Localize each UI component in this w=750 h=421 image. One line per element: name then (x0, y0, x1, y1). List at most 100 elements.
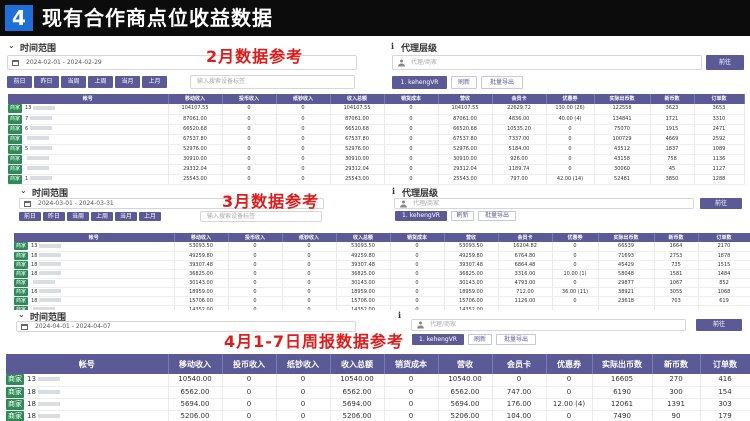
column-header[interactable]: 优惠券 (552, 233, 599, 242)
account-cell[interactable]: 商家 13 (8, 104, 169, 115)
account-cell[interactable]: 商家 1 (8, 174, 169, 185)
chevron-down-icon[interactable]: ⌄ (18, 310, 25, 319)
column-header[interactable]: 投币收入 (228, 233, 283, 242)
column-header[interactable]: 移动收入 (168, 354, 223, 374)
agent-select-button[interactable]: 1. kehengVR (392, 76, 447, 89)
account-cell[interactable]: 商家 18 (6, 386, 169, 399)
go-button[interactable]: 前往 (696, 319, 742, 331)
account-cell[interactable]: 商家 (8, 134, 169, 145)
column-header[interactable]: 会员卡 (498, 233, 553, 242)
account-cell[interactable]: 商家 5 (8, 144, 169, 155)
column-header[interactable]: 销货成本 (384, 354, 439, 374)
column-header[interactable]: 营收 (444, 233, 499, 242)
column-header[interactable]: 会员卡 (492, 94, 547, 104)
account-cell[interactable]: 商家 (8, 164, 169, 175)
range-btn-last-month[interactable]: 上月 (139, 212, 161, 221)
column-header[interactable]: 订单数 (694, 94, 745, 104)
column-header[interactable]: 订单数 (698, 233, 750, 242)
account-cell[interactable]: 商家 (14, 278, 175, 288)
agent-input[interactable]: 代理/商家 (392, 55, 702, 70)
account-cell[interactable]: 商家 (8, 154, 169, 165)
agent-select-button[interactable]: 1. kehengVR (412, 334, 464, 345)
column-header[interactable]: 纸钞收入 (276, 354, 331, 374)
date-range-input[interactable]: 2024-02-01 - 2024-02-29 (7, 55, 357, 70)
agent-select-button[interactable]: 1. kehengVR (395, 211, 447, 221)
range-btn-this-month[interactable]: 当月 (115, 212, 137, 221)
agent-input[interactable]: 代理/商家 (394, 198, 694, 209)
column-header[interactable]: 移动收入 (174, 233, 229, 242)
column-header[interactable]: 收入总额 (330, 354, 385, 374)
table-row[interactable]: 商家 18 6562.00 0 0 6562.00 0 6562.00 747.00 0 6190 3… (6, 386, 750, 399)
column-header[interactable]: 订单数 (700, 354, 750, 374)
range-btn-this-week[interactable]: 当周 (67, 212, 89, 221)
range-btn-before-yesterday[interactable]: 前日 (19, 212, 41, 221)
range-btn-last-week[interactable]: 上周 (91, 212, 113, 221)
account-cell[interactable]: 商家 13 (14, 242, 175, 252)
column-header[interactable]: 投币收入 (222, 94, 277, 104)
table-row[interactable]: 商家 5 52976.00 0 0 52976.00 0 52976.00 5184.00 0 43… (8, 144, 745, 155)
range-btn-yesterday[interactable]: 昨日 (43, 212, 65, 221)
refresh-button[interactable]: 刷新 (451, 211, 474, 221)
range-btn-this-month[interactable]: 当月 (115, 76, 140, 88)
column-header[interactable]: 新币数 (654, 233, 699, 242)
table-row[interactable]: 商家 30143.00 0 0 30143.00 0 30143.00 4793.00 0 298… (14, 278, 750, 288)
column-header[interactable]: 移动收入 (168, 94, 223, 104)
column-header[interactable]: 新币数 (650, 94, 695, 104)
range-btn-last-month[interactable]: 上月 (142, 76, 167, 88)
table-row[interactable]: 商家 18 5206.00 0 0 5206.00 0 5206.00 104.00 0 7490 9… (6, 410, 750, 421)
column-header[interactable]: 收入总额 (330, 94, 385, 104)
table-row[interactable]: 商家 18 36825.00 0 0 36825.00 0 36825.00 3316.00 10… (14, 269, 750, 279)
table-row[interactable]: 商家 18 39307.48 0 0 39307.48 0 39307.48 6864.48 0 4… (14, 260, 750, 270)
column-header[interactable]: 帐号 (6, 354, 169, 374)
account-cell[interactable]: 商家 18 (6, 398, 169, 411)
column-header[interactable]: 实际出币数 (592, 354, 653, 374)
table-row[interactable]: 商家 67537.80 0 0 67537.80 0 67537.80 7337.00 0 100… (8, 134, 745, 145)
account-cell[interactable]: 商家 7 (8, 114, 169, 125)
column-header[interactable]: 优惠券 (546, 94, 595, 104)
account-cell[interactable]: 商家 13 (6, 374, 169, 387)
column-header[interactable]: 投币收入 (222, 354, 277, 374)
column-header[interactable]: 纸钞收入 (282, 233, 337, 242)
column-header[interactable]: 营收 (438, 94, 493, 104)
table-row[interactable]: 商家 18 5694.00 0 0 5694.00 0 5694.00 176.00 12.00 … (6, 398, 750, 411)
column-header[interactable]: 实际出币数 (594, 94, 651, 104)
column-header[interactable]: 帐号 (14, 233, 175, 242)
table-row[interactable]: 商家 13 104107.55 0 0 104107.55 0 104107.55 22629.… (8, 104, 745, 115)
column-header[interactable]: 销货成本 (390, 233, 445, 242)
table-row[interactable]: 商家 7 87061.00 0 0 87061.00 0 87061.00 4836.00 40.… (8, 114, 745, 125)
account-cell[interactable]: 商家 6 (8, 124, 169, 135)
account-cell[interactable]: 商家 18 (6, 410, 169, 421)
range-btn-before-yesterday[interactable]: 前日 (7, 76, 32, 88)
account-cell[interactable]: 商家 18 (14, 296, 175, 306)
table-row[interactable]: 商家 18 18959.00 0 0 18959.00 0 18959.00 712.00 36.… (14, 287, 750, 297)
table-row[interactable]: 商家 1 25543.00 0 0 25543.00 0 25543.00 797.00 42.0… (8, 174, 745, 185)
table-row[interactable]: 商家 13 10540.00 0 0 10540.00 0 10540.00 0 0 16605 27… (6, 374, 750, 387)
account-cell[interactable]: 商家 18 (14, 287, 175, 297)
column-header[interactable]: 优惠券 (546, 354, 593, 374)
column-header[interactable]: 新币数 (652, 354, 701, 374)
column-header[interactable]: 销货成本 (384, 94, 439, 104)
go-button[interactable]: 前往 (700, 198, 742, 209)
export-button[interactable]: 批量导出 (478, 211, 516, 221)
export-button[interactable]: 批量导出 (496, 334, 536, 345)
device-tag-search-input[interactable]: 输入搜索设备标签 (200, 211, 322, 222)
agent-input[interactable]: 代理/商家 (411, 319, 686, 331)
range-btn-this-week[interactable]: 当周 (61, 76, 86, 88)
column-header[interactable]: 实际出币数 (598, 233, 655, 242)
export-button[interactable]: 批量导出 (481, 76, 523, 89)
table-row[interactable]: 商家 29312.04 0 0 29312.04 0 29312.04 1189.74 0 300… (8, 164, 745, 175)
device-tag-search-input[interactable]: 输入搜索设备标签 (190, 75, 355, 89)
table-row[interactable]: 商家 30910.00 0 0 30910.00 0 30910.00 926.00 0 4315… (8, 154, 745, 165)
column-header[interactable]: 纸钞收入 (276, 94, 331, 104)
account-cell[interactable]: 商家 18 (14, 260, 175, 270)
range-btn-last-week[interactable]: 上周 (88, 76, 113, 88)
refresh-button[interactable]: 刷新 (451, 76, 477, 89)
go-button[interactable]: 前往 (706, 55, 744, 70)
account-cell[interactable]: 商家 18 (14, 251, 175, 261)
column-header[interactable]: 会员卡 (492, 354, 547, 374)
refresh-button[interactable]: 刷新 (468, 334, 492, 345)
column-header[interactable]: 帐号 (8, 94, 169, 104)
table-row[interactable]: 商家 18 49259.80 0 0 49259.80 0 49259.80 6764.80 0 7… (14, 251, 750, 261)
column-header[interactable]: 收入总额 (336, 233, 391, 242)
table-row[interactable]: 商家 18 15706.00 0 0 15706.00 0 15706.00 1126.00 0 2… (14, 296, 750, 306)
